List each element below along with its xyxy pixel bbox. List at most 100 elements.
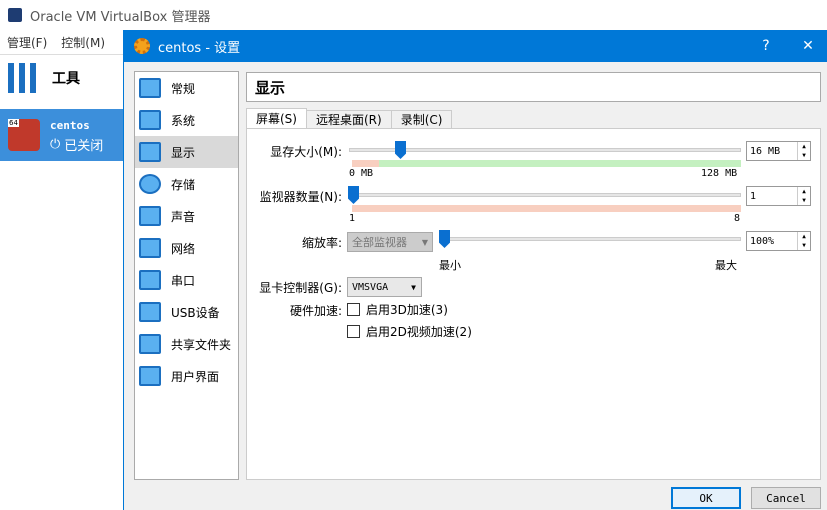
usb-icon [139,302,161,322]
chevron-down-icon: ▼ [421,237,428,247]
chip-icon [139,110,161,130]
monitor-count-min: 1 [349,213,356,224]
checkbox-icon [347,303,360,316]
sidebar-label: 系统 [171,113,196,128]
folder-icon [139,334,161,354]
tab-screen[interactable]: 屏幕(S) [246,108,307,128]
sidebar-item-storage[interactable]: 存储 [135,168,238,200]
sidebar-item-user-interface[interactable]: 用户界面 [135,360,238,392]
settings-gear-icon [134,38,150,54]
sidebar-label: 显示 [171,145,196,160]
cancel-button[interactable]: Cancel [751,487,821,509]
scale-factor-slider[interactable] [441,237,741,241]
sidebar-label: USB设备 [171,305,220,320]
page-title: 显示 [246,72,821,102]
video-memory-max: 128 MB [701,168,738,179]
sidebar-label: 声音 [171,209,196,224]
menu-control[interactable]: 控制(M) [61,34,105,51]
graphics-controller-label: 显卡控制器(G): [259,281,342,295]
checkbox-icon [347,325,360,338]
sidebar-label: 用户界面 [171,369,220,384]
general-icon [139,78,161,98]
menu-bar: 管理(F) 控制(M) [0,30,123,54]
sidebar-item-general[interactable]: 常规 [135,72,238,104]
sidebar-label: 串口 [171,273,196,288]
spin-arrows-icon[interactable]: ▲ ▼ [797,232,810,250]
scale-factor-min: 最小 [439,259,461,272]
scale-factor-value: 100% [750,235,775,247]
vm-item-centos[interactable]: 64 centos ⏻ 已关闭 [0,109,123,161]
menu-manage[interactable]: 管理(F) [7,34,47,51]
centos-os-icon: 64 [8,119,40,151]
sidebar-label: 网络 [171,241,196,256]
monitor-count-value: 1 [750,190,757,202]
sidebar-item-serial[interactable]: 串口 [135,264,238,296]
enable-2d-label: 启用2D视频加速(2) [366,325,472,339]
vm-state: 已关闭 [64,139,104,154]
sidebar-label: 常规 [171,81,196,96]
tab-remote-display[interactable]: 远程桌面(R) [305,110,392,128]
video-memory-label: 显存大小(M): [270,145,342,159]
monitor-icon [139,142,161,162]
sidebar-label: 共享文件夹 [171,337,232,352]
scale-factor-label: 缩放率: [301,236,342,250]
sidebar-item-network[interactable]: 网络 [135,232,238,264]
tools-icon [8,63,38,93]
disk-icon [139,174,161,194]
dialog-title-bar: centos - 设置 ? ✕ [124,30,827,62]
video-memory-handle[interactable] [395,141,406,159]
chevron-down-icon: ▼ [411,282,416,292]
tools-item[interactable]: 工具 [8,63,80,93]
enable-2d-checkbox[interactable]: 启用2D视频加速(2) [347,323,472,340]
tab-recording[interactable]: 录制(C) [390,110,453,128]
monitor-count-max: 8 [734,213,741,224]
scale-monitor-combo: 全部监视器 ▼ [347,232,433,252]
screen-tab-pane: 显存大小(M): 0 MB 128 MB 16 MB ▲ ▼ 监视器数量(N): 1… [246,128,821,480]
ok-button[interactable]: OK [671,487,741,509]
serial-port-icon [139,270,161,290]
monitor-count-label: 监视器数量(N): [259,190,342,204]
sidebar-item-system[interactable]: 系统 [135,104,238,136]
vm-list-panel: 工具 64 centos ⏻ 已关闭 [0,54,123,510]
video-memory-spinbox[interactable]: 16 MB ▲ ▼ [746,141,811,161]
monitor-count-slider[interactable] [349,193,741,197]
sidebar-item-audio[interactable]: 声音 [135,200,238,232]
graphics-controller-select[interactable]: VMSVGA ▼ [347,277,422,297]
scale-factor-spinbox[interactable]: 100% ▲ ▼ [746,231,811,251]
video-memory-slider[interactable] [349,148,741,152]
video-memory-scale-red [352,160,379,167]
enable-3d-label: 启用3D加速(3) [366,303,448,317]
sidebar-label: 存储 [171,177,196,192]
close-button[interactable]: ✕ [788,30,827,62]
vm-name: centos [50,119,90,132]
help-button[interactable]: ? [746,30,786,62]
video-memory-scale-green [379,160,741,167]
enable-3d-checkbox[interactable]: 启用3D加速(3) [347,301,448,318]
window-icon [139,366,161,386]
scale-factor-max: 最大 [715,259,737,272]
power-off-icon: ⏻ [50,137,61,152]
sidebar-item-shared-folders[interactable]: 共享文件夹 [135,328,238,360]
monitor-count-spinbox[interactable]: 1 ▲ ▼ [746,186,811,206]
sidebar-item-usb[interactable]: USB设备 [135,296,238,328]
settings-sidebar: 常规 系统 显示 存储 声音 网络 串口 USB设备 共享文件夹 用户界面 [134,71,239,480]
graphics-controller-value: VMSVGA [352,281,389,293]
monitor-count-scale [352,205,741,212]
main-window-title-bar: Oracle VM VirtualBox 管理器 [0,0,827,30]
scale-factor-handle[interactable] [439,230,450,248]
monitor-count-handle[interactable] [348,186,359,204]
dialog-title: centos - 设置 [158,40,241,56]
tab-bar: 屏幕(S) 远程桌面(R) 录制(C) [246,108,453,128]
video-memory-min: 0 MB [349,168,374,179]
video-memory-value: 16 MB [750,145,781,157]
network-icon [139,238,161,258]
virtualbox-logo-icon [8,8,22,22]
sidebar-item-display[interactable]: 显示 [135,136,238,168]
settings-dialog: centos - 设置 ? ✕ 常规 系统 显示 存储 声音 网络 串口 USB… [123,30,827,510]
tools-label: 工具 [52,71,80,87]
spin-arrows-icon[interactable]: ▲ ▼ [797,187,810,205]
acceleration-label: 硬件加速: [289,304,342,318]
scale-monitor-value: 全部监视器 [352,236,407,249]
main-window-title: Oracle VM VirtualBox 管理器 [30,9,211,25]
spin-arrows-icon[interactable]: ▲ ▼ [797,142,810,160]
